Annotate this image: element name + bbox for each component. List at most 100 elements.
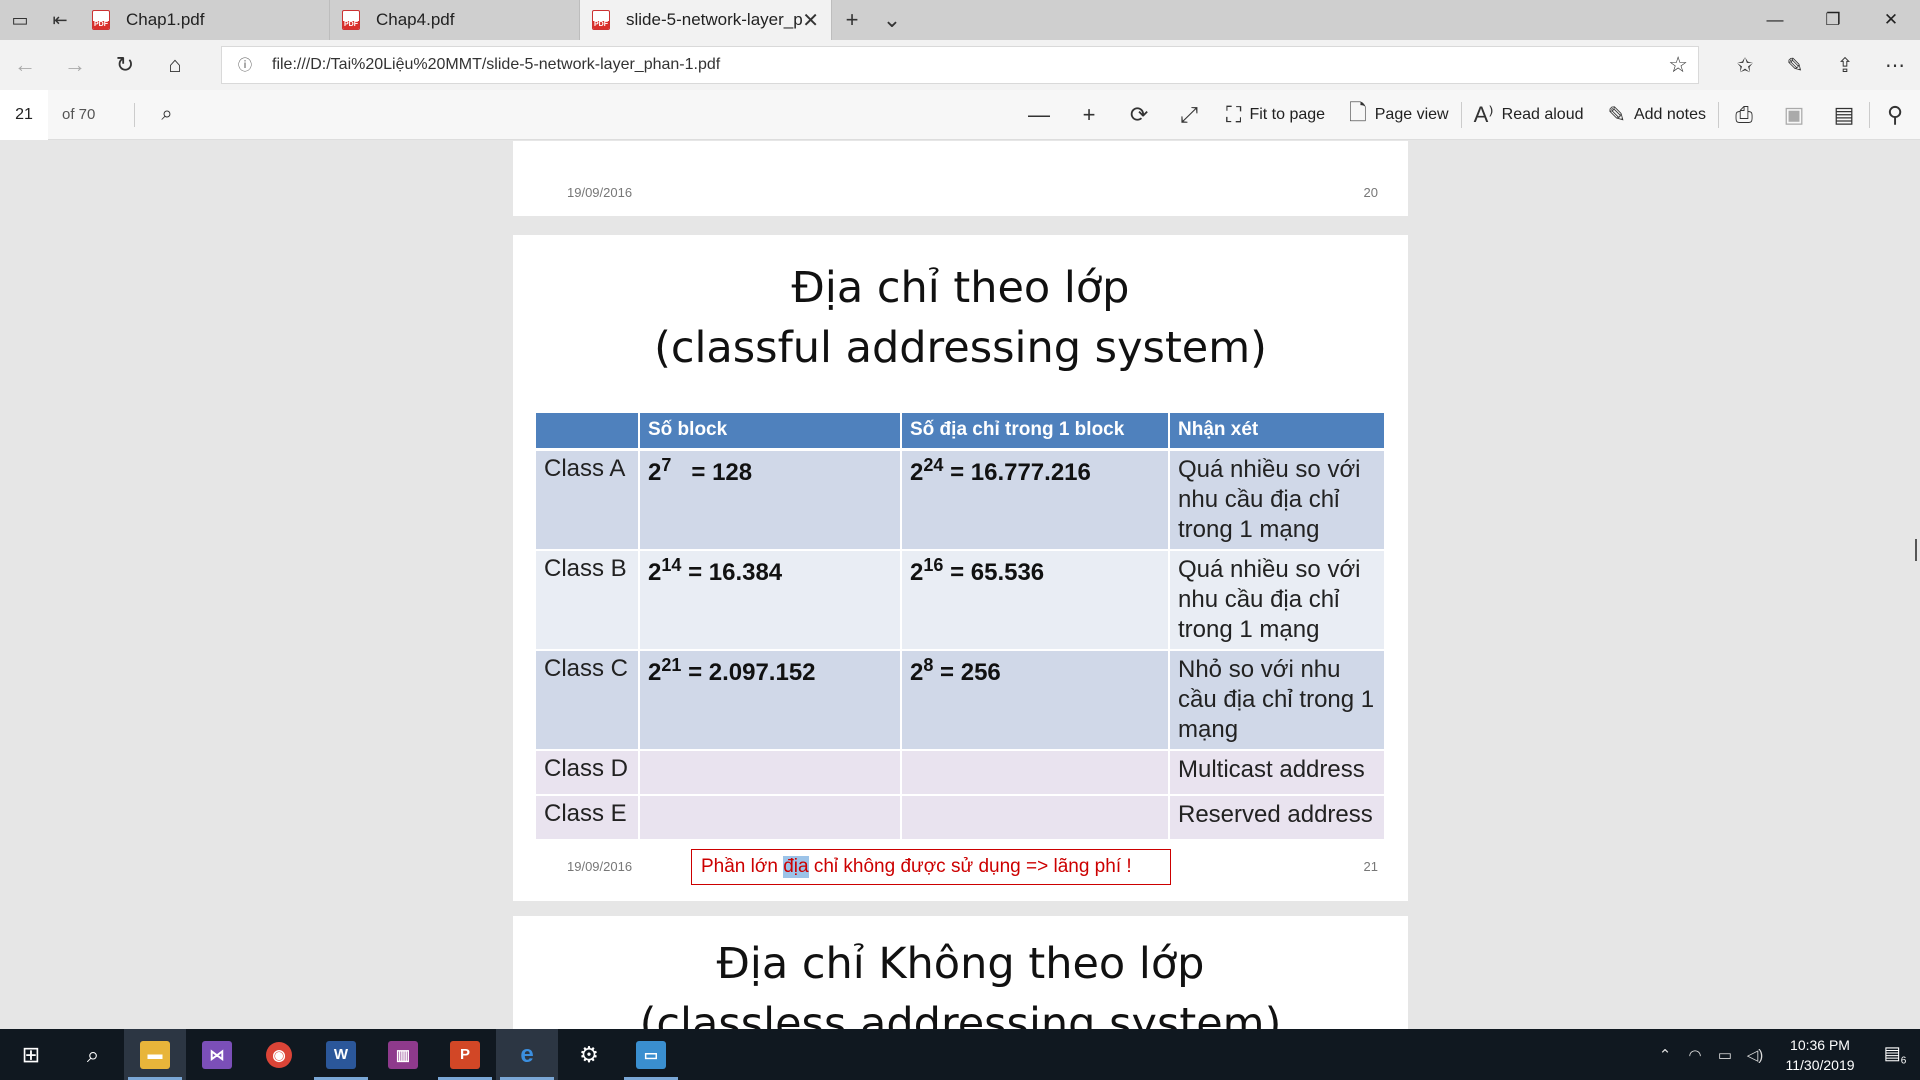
more-icon[interactable]: ⋯ (1870, 40, 1920, 90)
search-button[interactable]: ⌕ (62, 1029, 124, 1080)
chrome-icon: ◉ (266, 1041, 292, 1068)
close-window-icon[interactable]: ✕ (1862, 0, 1920, 40)
share-icon[interactable]: ⇪ (1820, 40, 1870, 90)
zoom-in-button[interactable]: + (1064, 90, 1114, 140)
tab-slide-5[interactable]: PDF slide-5-network-layer_p ✕ (580, 0, 832, 40)
add-notes-label: Add notes (1633, 106, 1706, 123)
favorites-icon[interactable]: ✩ (1720, 40, 1770, 90)
close-tab-icon[interactable]: ✕ (802, 8, 819, 33)
read-aloud-icon: A⁾ (1473, 102, 1494, 127)
pdf-file-icon: PDF (92, 10, 110, 30)
new-tab-icon[interactable]: + (832, 0, 872, 40)
restore-icon[interactable]: ❐ (1804, 0, 1862, 40)
powerpoint-icon: P (450, 1040, 480, 1069)
page-number: 21 (1363, 859, 1378, 874)
set-tabs-aside-icon[interactable]: ⇤ (40, 0, 80, 40)
callout-text: Phần lớn (701, 856, 784, 877)
page-number-input[interactable]: 21 (0, 89, 48, 140)
print-icon: ⎙ (1735, 102, 1753, 127)
save-icon: ▣ (1783, 102, 1805, 127)
expand-icon: ⤢ (1180, 102, 1198, 127)
taskbar-word[interactable]: W (310, 1029, 372, 1080)
winrar-icon: ▥ (388, 1040, 418, 1069)
web-note-icon[interactable]: ✎ (1770, 40, 1820, 90)
empty-cell (901, 794, 1170, 841)
fullscreen-button[interactable]: ⤢ (1164, 90, 1214, 140)
class-note: Quá nhiều so với nhu cầu địa chỉ trong 1… (1169, 449, 1386, 551)
page-date: 19/09/2016 (567, 185, 633, 200)
tab-chap1[interactable]: PDF Chap1.pdf (80, 0, 330, 40)
pdf-viewer[interactable]: 19/09/2016 20 Địa chỉ theo lớp (classful… (0, 141, 1920, 1029)
print-button[interactable]: ⎙ (1719, 90, 1769, 140)
gear-icon: ⚙ (579, 1041, 599, 1067)
url-text[interactable]: file:///D:/Tai%20Liệu%20MMT/slide-5-netw… (272, 56, 720, 74)
block-count: 221 = 2.097.152 (639, 649, 902, 751)
favorite-star-icon[interactable]: ☆ (1668, 52, 1688, 78)
zoom-out-button[interactable]: — (1014, 90, 1064, 140)
start-button[interactable]: ⊞ (0, 1029, 62, 1080)
tab-label: slide-5-network-layer_p (626, 10, 803, 29)
chevron-up-icon[interactable]: ⌃ (1650, 1046, 1680, 1064)
save-as-button[interactable]: ▤ (1819, 90, 1869, 140)
battery-icon[interactable]: ▭ (1710, 1046, 1740, 1064)
waste-callout-box: Phần lớn địa chỉ không được sử dụng => l… (691, 849, 1171, 885)
read-aloud-button[interactable]: A⁾ Read aloud (1462, 90, 1596, 140)
pin-toolbar-button[interactable]: ⚲ (1870, 90, 1920, 140)
class-note: Quá nhiều so với nhu cầu địa chỉ trong 1… (1169, 549, 1386, 651)
chevron-down-icon[interactable]: ⌄ (872, 0, 912, 40)
class-note: Nhỏ so với nhu cầu địa chỉ trong 1 mạng (1169, 649, 1386, 751)
notification-center-icon[interactable]: ▤6 (1870, 1043, 1920, 1067)
taskbar-settings[interactable]: ⚙ (558, 1029, 620, 1080)
class-name: Class A (536, 449, 640, 551)
fit-page-icon: ⛶ (1226, 102, 1242, 127)
wifi-icon[interactable]: ◠ (1680, 1046, 1710, 1064)
edge-icon: e (520, 1040, 534, 1068)
addresses-per-block: 28 = 256 (901, 649, 1170, 751)
url-field[interactable]: ⓘ file:///D:/Tai%20Liệu%20MMT/slide-5-ne… (221, 46, 1699, 84)
slide-title-line2: (classless addressing system) (639, 999, 1282, 1029)
slide-title-line2: (classful addressing system) (654, 323, 1267, 373)
divider (134, 102, 135, 127)
table-row: Class D Multicast address (536, 749, 1386, 796)
home-icon[interactable]: ⌂ (150, 40, 200, 90)
page-view-button[interactable]: 🗋 Page view (1337, 90, 1461, 140)
save-button[interactable]: ▣ (1769, 90, 1819, 140)
search-icon[interactable]: ⌕ (147, 103, 187, 126)
empty-cell (901, 749, 1170, 796)
slide-title-line1: Địa chỉ theo lớp (791, 263, 1130, 313)
title-bar: ▭ ⇤ PDF Chap1.pdf PDF Chap4.pdf PDF slid… (0, 0, 1920, 40)
volume-icon[interactable]: ◁) (1740, 1046, 1770, 1064)
taskbar-winrar[interactable]: ▥ (372, 1029, 434, 1080)
back-icon[interactable]: ← (0, 40, 50, 90)
table-row: Class C 221 = 2.097.152 28 = 256 Nhỏ so … (536, 649, 1386, 751)
taskbar-visual-studio[interactable]: ⋈ (186, 1029, 248, 1080)
rotate-button[interactable]: ⟳ (1114, 90, 1164, 140)
table-header: Số block (639, 413, 902, 451)
selected-text-highlight[interactable]: địa (783, 856, 809, 878)
windows-taskbar: ⊞ ⌕ ▬ ⋈ ◉ W ▥ P e ⚙ ▭ ⌃ ◠ ▭ ◁) 10:36 PM … (0, 1029, 1920, 1080)
info-icon[interactable]: ⓘ (230, 55, 260, 75)
tab-label: Chap1.pdf (126, 10, 205, 29)
forward-icon[interactable]: → (50, 40, 100, 90)
tab-chap4[interactable]: PDF Chap4.pdf (330, 0, 580, 40)
tab-actions-icon[interactable]: ▭ (0, 0, 40, 40)
refresh-icon[interactable]: ↻ (100, 40, 150, 90)
clock[interactable]: 10:36 PM 11/30/2019 (1770, 1035, 1870, 1075)
taskbar-edge[interactable]: e (496, 1029, 558, 1080)
taskbar-remote-desktop[interactable]: ▭ (620, 1029, 682, 1080)
add-notes-button[interactable]: ✎ Add notes (1596, 90, 1719, 140)
minimize-icon[interactable]: — (1746, 0, 1804, 40)
clock-time: 10:36 PM (1790, 1036, 1850, 1053)
taskbar-file-explorer[interactable]: ▬ (124, 1029, 186, 1080)
taskbar-chrome[interactable]: ◉ (248, 1029, 310, 1080)
pdf-toolbar: 21 of 70 ⌕ — + ⟳ ⤢ ⛶ Fit to page 🗋 Page … (0, 89, 1920, 140)
page-date: 19/09/2016 (567, 859, 633, 874)
addresses-per-block: 216 = 65.536 (901, 549, 1170, 651)
class-name: Class C (536, 649, 640, 751)
scrollbar-thumb[interactable] (1915, 539, 1917, 561)
pdf-file-icon: PDF (342, 10, 360, 30)
taskbar-powerpoint[interactable]: P (434, 1029, 496, 1080)
pdf-page-20: 19/09/2016 20 (513, 141, 1408, 216)
slide-title-line1: Địa chỉ Không theo lớp (716, 939, 1205, 989)
fit-to-page-button[interactable]: ⛶ Fit to page (1214, 90, 1337, 140)
